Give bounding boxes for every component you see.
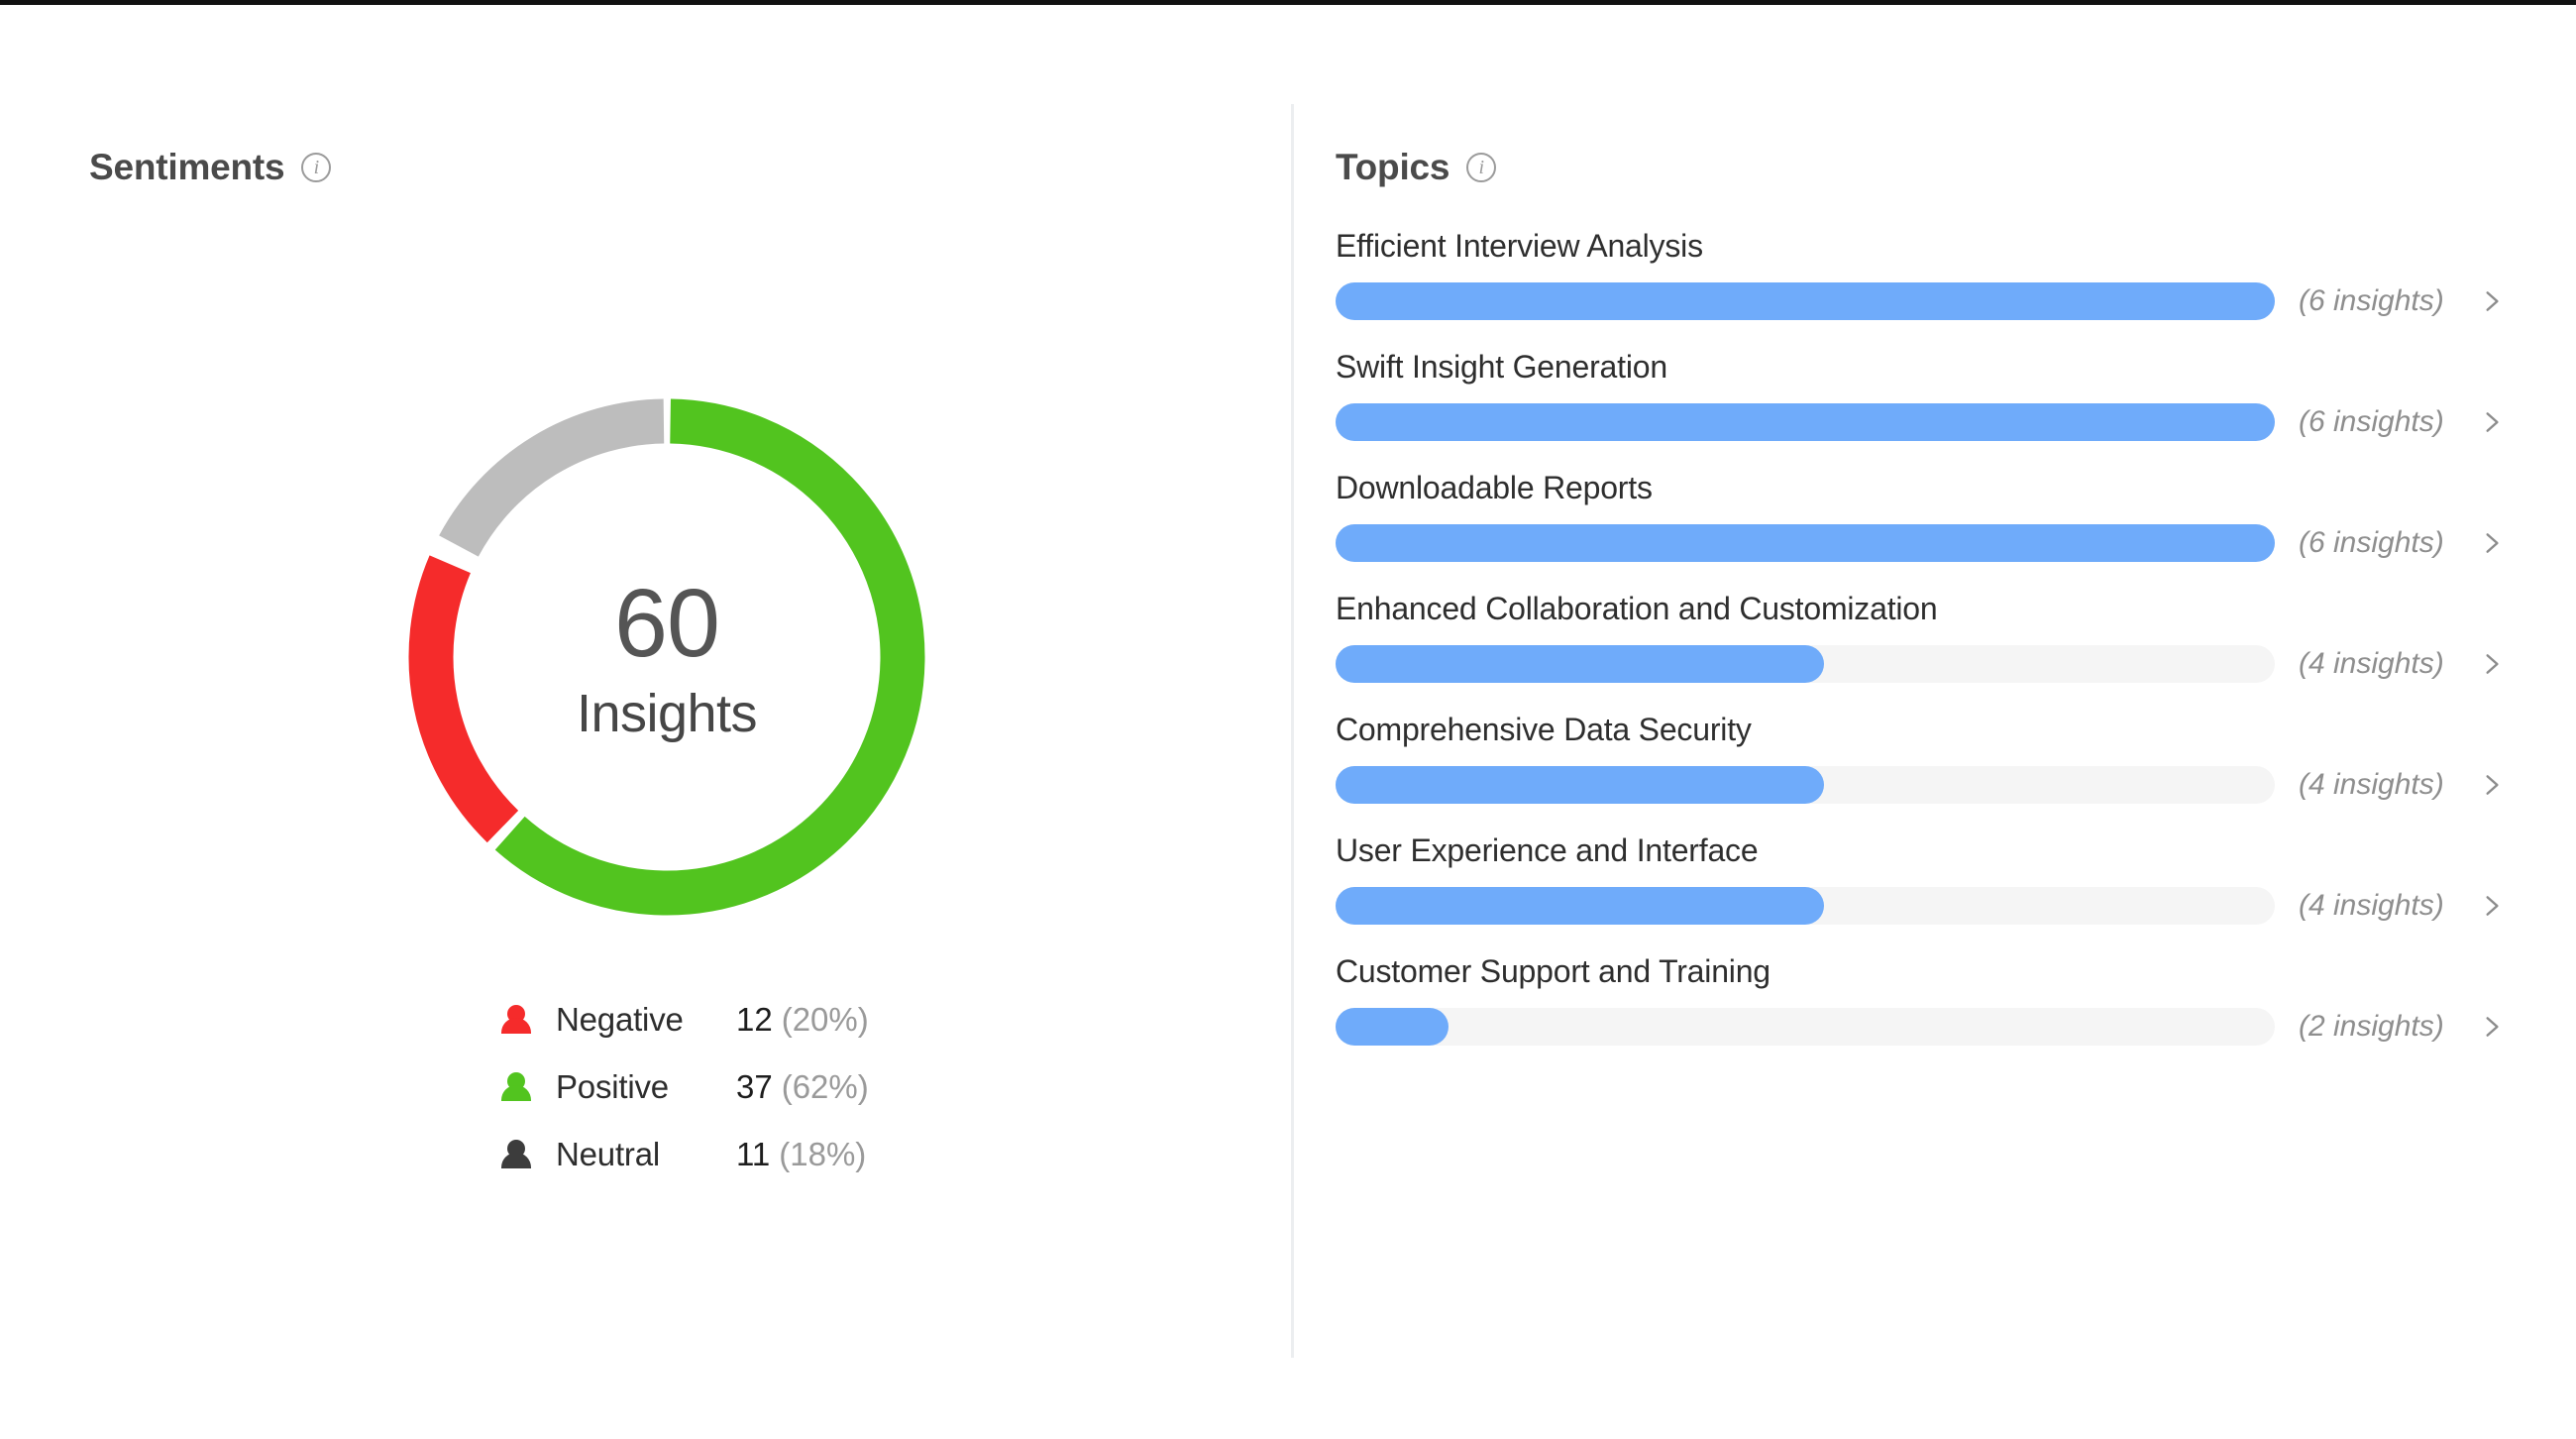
topic-bar-track (1336, 1008, 2275, 1046)
topic-label: Comprehensive Data Security (1336, 712, 1752, 747)
legend-count: 12 (736, 1001, 773, 1038)
topic-bar-track (1336, 403, 2275, 441)
topic-bar-fill (1336, 282, 2275, 320)
chevron-right-icon[interactable] (2479, 772, 2505, 798)
topic-bar-fill (1336, 645, 1824, 683)
legend-count: 37 (736, 1068, 773, 1105)
topic-bar-row: (6 insights) (1336, 282, 2515, 320)
topic-bar-row: (6 insights) (1336, 524, 2515, 562)
topic-label: Downloadable Reports (1336, 470, 1653, 505)
topic-label: Enhanced Collaboration and Customization (1336, 591, 1938, 626)
panel-divider (1291, 104, 1294, 1358)
topic-bar-fill (1336, 524, 2275, 562)
chevron-right-icon[interactable] (2479, 288, 2505, 314)
topic-insight-count: (4 insights) (2299, 768, 2444, 801)
person-icon (500, 1139, 532, 1171)
chevron-right-icon[interactable] (2479, 530, 2505, 556)
sentiments-donut-chart: 60 Insights (394, 385, 939, 930)
sentiments-title: Sentiments (89, 147, 285, 187)
chevron-right-icon[interactable] (2479, 409, 2505, 435)
legend-label: Neutral (556, 1136, 660, 1172)
info-icon[interactable]: i (1466, 153, 1497, 182)
legend-count: 11 (736, 1136, 771, 1172)
topic-bar-fill (1336, 403, 2275, 441)
legend-percent: (20%) (781, 1001, 869, 1038)
topic-bar-fill (1336, 887, 1824, 925)
topic-bar-row: (4 insights) (1336, 766, 2515, 804)
topic-insight-count: (6 insights) (2299, 405, 2444, 438)
topic-label: Swift Insight Generation (1336, 349, 1667, 385)
list-item[interactable]: Efficient Interview Analysis (6 insights… (1336, 228, 2515, 320)
topic-bar-row: (4 insights) (1336, 645, 2515, 683)
topic-insight-count: (6 insights) (2299, 526, 2444, 559)
topic-bar-row: (4 insights) (1336, 887, 2515, 925)
donut-segment-negative[interactable] (394, 385, 939, 930)
topics-list: Efficient Interview Analysis (6 insights… (1336, 228, 2515, 1074)
list-item[interactable]: Comprehensive Data Security (4 insights) (1336, 712, 2515, 804)
legend-item-negative[interactable]: Negative 12 (20%) (500, 986, 869, 1053)
legend-label: Negative (556, 1001, 684, 1038)
topic-label: User Experience and Interface (1336, 832, 1759, 868)
topic-insight-count: (4 insights) (2299, 889, 2444, 922)
sentiments-legend: Negative 12 (20%) Positive 37 (62%) Neut… (500, 986, 869, 1188)
legend-percent: (62%) (781, 1068, 869, 1105)
chevron-right-icon[interactable] (2479, 893, 2505, 919)
list-item[interactable]: Swift Insight Generation (6 insights) (1336, 349, 2515, 441)
person-icon (500, 1071, 532, 1104)
topic-bar-track (1336, 524, 2275, 562)
topic-insight-count: (6 insights) (2299, 284, 2444, 317)
chevron-right-icon[interactable] (2479, 651, 2505, 677)
list-item[interactable]: Customer Support and Training (2 insight… (1336, 953, 2515, 1046)
topic-bar-track (1336, 645, 2275, 683)
topic-insight-count: (4 insights) (2299, 647, 2444, 680)
legend-label: Positive (556, 1068, 669, 1105)
top-border (0, 0, 2576, 5)
info-icon[interactable]: i (301, 153, 332, 182)
legend-percent: (18%) (779, 1136, 867, 1172)
topic-bar-row: (2 insights) (1336, 1008, 2515, 1046)
topic-bar-fill (1336, 1008, 1449, 1046)
donut-segment-neutral[interactable] (394, 385, 939, 930)
legend-item-positive[interactable]: Positive 37 (62%) (500, 1053, 869, 1121)
donut-svg (394, 385, 939, 930)
topic-bar-row: (6 insights) (1336, 403, 2515, 441)
list-item[interactable]: User Experience and Interface (4 insight… (1336, 832, 2515, 925)
person-icon (500, 1004, 532, 1037)
topic-bar-fill (1336, 766, 1824, 804)
sentiments-header: Sentiments i (89, 147, 332, 188)
topic-bar-track (1336, 282, 2275, 320)
topic-label: Efficient Interview Analysis (1336, 228, 1703, 264)
list-item[interactable]: Enhanced Collaboration and Customization… (1336, 591, 2515, 683)
topic-bar-track (1336, 887, 2275, 925)
topic-label: Customer Support and Training (1336, 953, 1771, 989)
topic-bar-track (1336, 766, 2275, 804)
topic-insight-count: (2 insights) (2299, 1010, 2444, 1043)
legend-item-neutral[interactable]: Neutral 11 (18%) (500, 1121, 869, 1188)
chevron-right-icon[interactable] (2479, 1014, 2505, 1040)
list-item[interactable]: Downloadable Reports (6 insights) (1336, 470, 2515, 562)
topics-title: Topics (1336, 147, 1450, 187)
topics-header: Topics i (1336, 147, 1497, 188)
insights-dashboard: Sentiments i 60 Insights Negative 12 (20… (0, 0, 2576, 1439)
